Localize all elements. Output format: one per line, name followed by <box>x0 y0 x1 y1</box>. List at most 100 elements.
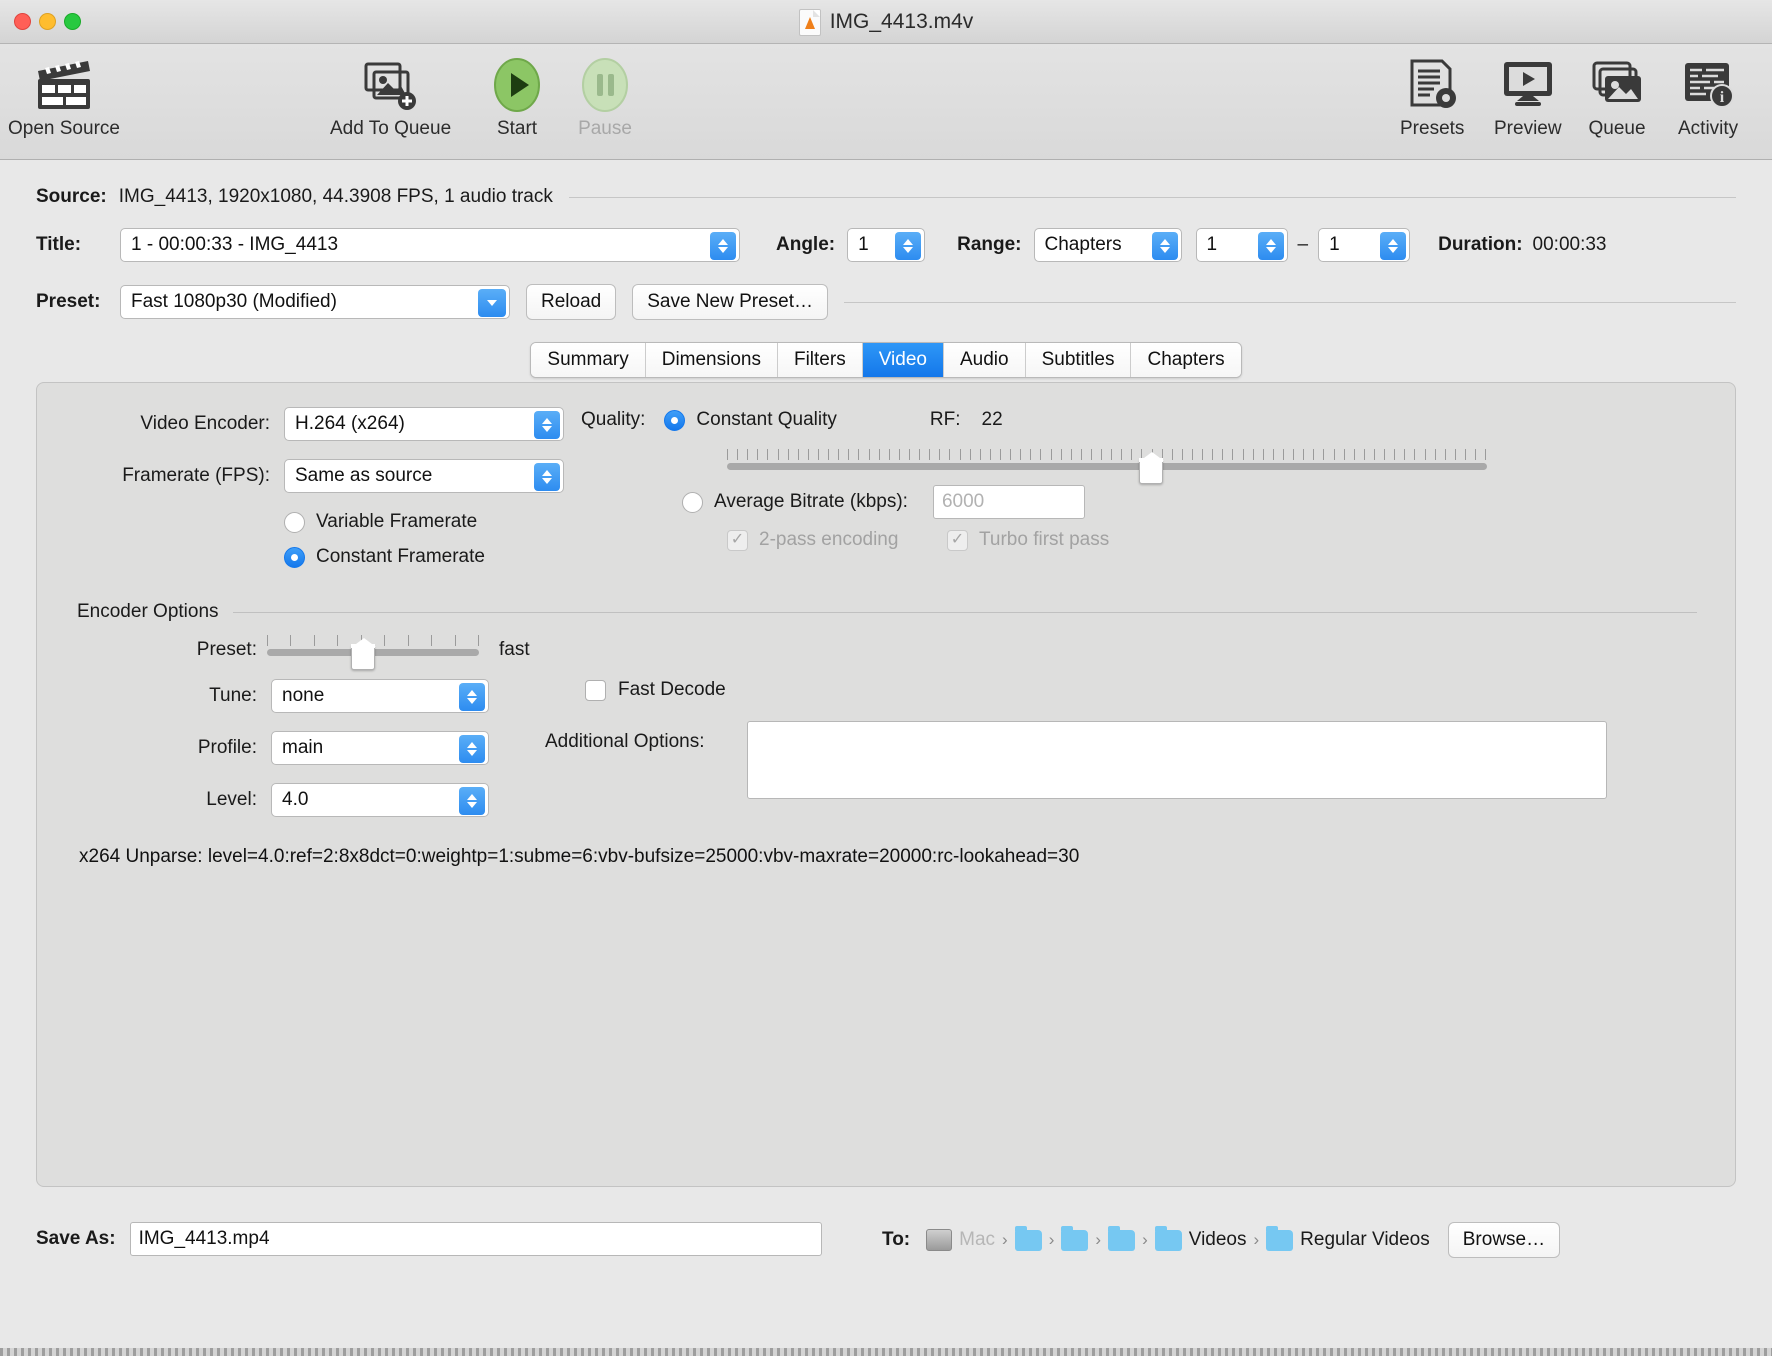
variable-framerate-radio-dot[interactable] <box>284 511 305 533</box>
rf-quality-slider[interactable] <box>727 449 1487 484</box>
tune-row: Tune: none <box>147 679 489 713</box>
breadcrumb-item-label: Regular Videos <box>1300 1229 1430 1250</box>
save-as-value: IMG_4413.mp4 <box>138 1228 270 1249</box>
breadcrumb-item[interactable]: Videos <box>1154 1225 1247 1251</box>
open-source-button[interactable]: Open Source <box>8 54 120 140</box>
tab-filters[interactable]: Filters <box>777 343 863 377</box>
average-bitrate-placeholder: 6000 <box>941 491 985 512</box>
range-type-value: Chapters <box>1044 234 1122 255</box>
fast-decode-checkbox-box[interactable] <box>585 679 606 701</box>
constant-framerate-radio-dot[interactable] <box>284 546 305 568</box>
start-button[interactable]: Start <box>490 54 544 140</box>
activity-icon: i <box>1680 54 1736 116</box>
save-as-label: Save As: <box>36 1228 116 1249</box>
tab-dimensions[interactable]: Dimensions <box>645 343 778 377</box>
range-start-stepper[interactable]: 1 <box>1195 228 1288 262</box>
open-source-label: Open Source <box>8 118 120 139</box>
tab-subtitles[interactable]: Subtitles <box>1025 343 1132 377</box>
save-as-row: Save As: IMG_4413.mp4 <box>36 1222 822 1256</box>
additional-options-textarea[interactable] <box>747 721 1607 799</box>
level-select[interactable]: 4.0 <box>271 783 489 817</box>
profile-stepper-icon[interactable] <box>459 735 485 763</box>
browse-label: Browse… <box>1462 1229 1546 1250</box>
level-value: 4.0 <box>282 789 309 810</box>
average-bitrate-radio-dot[interactable] <box>682 491 703 513</box>
range-end-stepper-icon[interactable] <box>1380 232 1407 260</box>
preset-divider <box>844 301 1736 303</box>
level-stepper-icon[interactable] <box>459 787 485 815</box>
encoder-preset-value: fast <box>499 639 530 660</box>
turbo-first-pass-checkbox: ✓ Turbo first pass <box>947 529 1109 551</box>
add-image-icon <box>362 54 420 116</box>
constant-framerate-radio[interactable]: Constant Framerate <box>284 546 485 568</box>
angle-select[interactable]: 1 <box>847 228 926 262</box>
duration-label: Duration: <box>1438 234 1523 255</box>
tab-label: Filters <box>793 349 846 370</box>
tab-audio[interactable]: Audio <box>943 343 1026 377</box>
framerate-row: Framerate (FPS): Same as source <box>92 459 564 493</box>
add-to-queue-button[interactable]: Add To Queue <box>330 54 451 140</box>
title-select[interactable]: 1 - 00:00:33 - IMG_4413 <box>120 228 740 262</box>
preview-icon <box>1499 54 1557 116</box>
tab-label: Chapters <box>1147 349 1225 370</box>
source-value: IMG_4413, 1920x1080, 44.3908 FPS, 1 audi… <box>118 186 553 207</box>
tab-video[interactable]: Video <box>862 343 944 377</box>
breadcrumb-item[interactable]: Regular Videos <box>1266 1225 1430 1251</box>
title-stepper-icon[interactable] <box>710 232 736 260</box>
chevron-down-icon[interactable] <box>478 289 506 317</box>
breadcrumb-item[interactable] <box>1061 1225 1089 1251</box>
angle-stepper-icon[interactable] <box>895 232 922 260</box>
breadcrumb-item[interactable]: Mac <box>926 1229 995 1251</box>
tune-stepper-icon[interactable] <box>459 683 485 711</box>
reload-button[interactable]: Reload <box>526 284 617 320</box>
range-type-select[interactable]: Chapters <box>1033 228 1182 262</box>
video-encoder-stepper-icon[interactable] <box>534 411 560 439</box>
constant-quality-radio-dot[interactable] <box>664 409 686 431</box>
presets-button[interactable]: Presets <box>1400 54 1464 140</box>
title-row: Title: 1 - 00:00:33 - IMG_4413 Angle: 1 … <box>36 228 1736 262</box>
encoder-preset-slider-thumb[interactable] <box>350 638 376 670</box>
tab-summary[interactable]: Summary <box>531 343 646 377</box>
turbo-first-pass-checkbox-box: ✓ <box>947 529 968 551</box>
breadcrumb-item[interactable] <box>1014 1225 1042 1251</box>
video-settings-panel: Video Encoder: H.264 (x264) Framerate (F… <box>36 382 1736 1187</box>
quality-label: Quality: <box>581 409 646 430</box>
profile-label: Profile: <box>197 737 257 758</box>
save-as-input[interactable]: IMG_4413.mp4 <box>129 1222 822 1256</box>
average-bitrate-input[interactable]: 6000 <box>932 485 1085 519</box>
activity-button[interactable]: i Activity <box>1678 54 1738 140</box>
folder-icon <box>1154 1225 1182 1251</box>
breadcrumb-item[interactable] <box>1108 1225 1136 1251</box>
output-bar: Save As: IMG_4413.mp4 To: Mac › › › › Videos ›… <box>0 1200 1772 1300</box>
range-start-value: 1 <box>1206 234 1218 255</box>
rf-slider-thumb[interactable] <box>1139 452 1165 484</box>
profile-select[interactable]: main <box>271 731 489 765</box>
range-type-stepper-icon[interactable] <box>1151 232 1178 260</box>
video-encoder-row: Video Encoder: H.264 (x264) <box>92 407 564 441</box>
preset-select[interactable]: Fast 1080p30 (Modified) <box>120 285 510 319</box>
rf-label: RF: <box>929 409 961 430</box>
range-end-stepper[interactable]: 1 <box>1318 228 1411 262</box>
queue-label: Queue <box>1588 118 1646 139</box>
tune-label: Tune: <box>209 685 257 706</box>
average-bitrate-label: Average Bitrate (kbps): <box>714 491 908 512</box>
tune-select[interactable]: none <box>271 679 489 713</box>
window-title-area: IMG_4413.m4v <box>0 0 1772 44</box>
variable-framerate-label: Variable Framerate <box>316 511 478 532</box>
save-new-preset-button[interactable]: Save New Preset… <box>632 284 829 320</box>
framerate-stepper-icon[interactable] <box>534 463 560 491</box>
profile-row: Profile: main <box>147 731 489 765</box>
title-select-value: 1 - 00:00:33 - IMG_4413 <box>131 234 339 255</box>
encoder-preset-slider[interactable] <box>267 635 479 670</box>
range-start-stepper-icon[interactable] <box>1257 232 1284 260</box>
tab-chapters[interactable]: Chapters <box>1131 343 1241 377</box>
preview-button[interactable]: Preview <box>1494 54 1562 140</box>
fast-decode-checkbox[interactable]: Fast Decode <box>585 679 726 701</box>
title-label: Title: <box>36 234 82 255</box>
queue-button[interactable]: Queue <box>1588 54 1646 140</box>
video-encoder-select[interactable]: H.264 (x264) <box>284 407 564 441</box>
framerate-select[interactable]: Same as source <box>284 459 564 493</box>
browse-button[interactable]: Browse… <box>1447 1222 1561 1258</box>
level-row: Level: 4.0 <box>147 783 489 817</box>
variable-framerate-radio[interactable]: Variable Framerate <box>284 511 477 533</box>
